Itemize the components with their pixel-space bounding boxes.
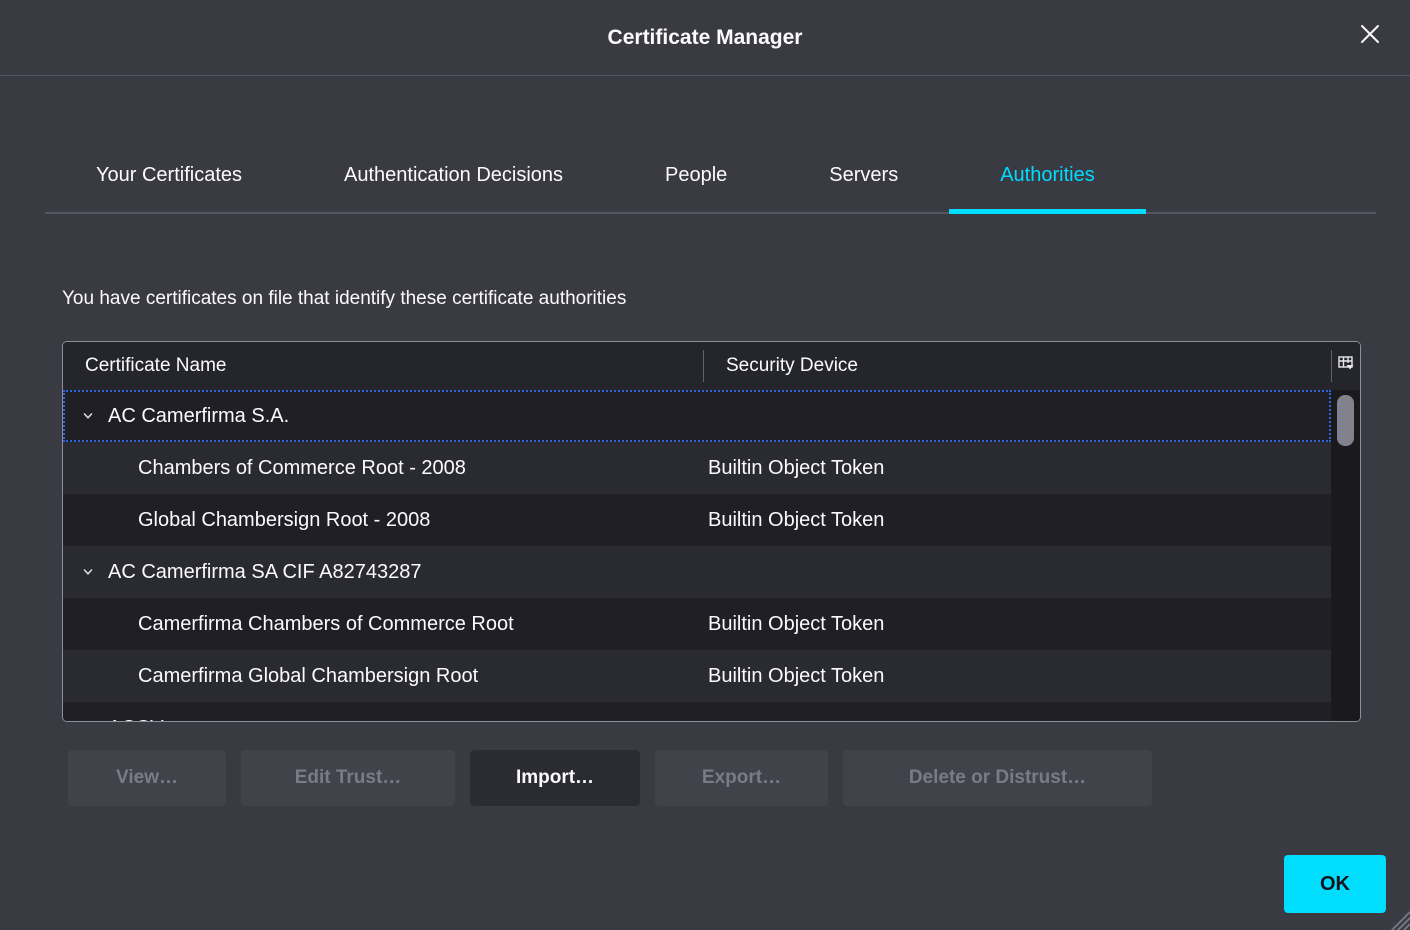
delete-or-distrust-button[interactable]: Delete or Distrust… xyxy=(843,750,1152,806)
intro-text: You have certificates on file that ident… xyxy=(62,286,1410,312)
tab-label: Servers xyxy=(829,164,898,187)
certificate-name: AC Camerfirma S.A. xyxy=(108,405,289,428)
dialog-titlebar: Certificate Manager xyxy=(0,0,1410,76)
column-picker-button[interactable] xyxy=(1332,342,1360,390)
tab-authentication-decisions[interactable]: Authentication Decisions xyxy=(293,139,614,212)
certificate-name: Global Chambersign Root - 2008 xyxy=(138,509,430,532)
close-button[interactable] xyxy=(1354,20,1386,52)
column-header-label: Certificate Name xyxy=(85,355,227,377)
tab-authorities[interactable]: Authorities xyxy=(949,139,1146,212)
dialog-title: Certificate Manager xyxy=(608,26,803,50)
column-header-certificate-name[interactable]: Certificate Name xyxy=(63,342,704,390)
view-button[interactable]: View… xyxy=(68,750,226,806)
column-picker-icon xyxy=(1337,354,1355,378)
scrollbar-thumb[interactable] xyxy=(1337,395,1354,446)
security-device: Builtin Object Token xyxy=(704,650,1331,702)
security-device: Builtin Object Token xyxy=(704,494,1331,546)
table-row[interactable]: AC Camerfirma SA CIF A82743287 xyxy=(63,546,1331,598)
resize-grip-icon xyxy=(1384,904,1410,930)
tab-label: Your Certificates xyxy=(96,164,242,187)
edit-trust-button[interactable]: Edit Trust… xyxy=(241,750,455,806)
table-row[interactable]: ACCV xyxy=(63,702,1331,721)
export-button[interactable]: Export… xyxy=(655,750,828,806)
table-row[interactable]: AC Camerfirma S.A. xyxy=(63,390,1331,442)
table-row[interactable]: Camerfirma Global Chambersign Root Built… xyxy=(63,650,1331,702)
table-header: Certificate Name Security Device xyxy=(63,342,1360,390)
tab-label: People xyxy=(665,164,727,187)
close-icon xyxy=(1356,20,1384,53)
table-scrollbar[interactable] xyxy=(1331,390,1360,721)
tab-label: Authorities xyxy=(1000,164,1095,187)
column-header-security-device[interactable]: Security Device xyxy=(704,342,1332,390)
tab-label: Authentication Decisions xyxy=(344,164,563,187)
table-row[interactable]: Camerfirma Chambers of Commerce Root Bui… xyxy=(63,598,1331,650)
table-body: AC Camerfirma S.A. Chambers of Commerce … xyxy=(63,390,1331,721)
security-device: Builtin Object Token xyxy=(704,442,1331,494)
chevron-down-icon[interactable] xyxy=(81,565,95,579)
certificate-name: AC Camerfirma SA CIF A82743287 xyxy=(108,561,421,584)
certificate-name: Camerfirma Global Chambersign Root xyxy=(138,665,478,688)
certificate-name: ACCV xyxy=(108,717,164,722)
ok-button[interactable]: OK xyxy=(1284,855,1386,913)
certificate-name: Chambers of Commerce Root - 2008 xyxy=(138,457,466,480)
security-device xyxy=(704,702,1331,721)
column-header-label: Security Device xyxy=(726,355,858,377)
table-row[interactable]: Chambers of Commerce Root - 2008 Builtin… xyxy=(63,442,1331,494)
tab-servers[interactable]: Servers xyxy=(778,139,949,212)
tab-strip: Your Certificates Authentication Decisio… xyxy=(45,139,1376,214)
action-button-row: View… Edit Trust… Import… Export… Delete… xyxy=(68,750,1410,806)
certificate-name: Camerfirma Chambers of Commerce Root xyxy=(138,613,514,636)
security-device xyxy=(706,392,1329,440)
table-row[interactable]: Global Chambersign Root - 2008 Builtin O… xyxy=(63,494,1331,546)
certificate-table: Certificate Name Security Device xyxy=(62,341,1361,722)
security-device: Builtin Object Token xyxy=(704,598,1331,650)
import-button[interactable]: Import… xyxy=(470,750,640,806)
security-device xyxy=(704,546,1331,598)
chevron-down-icon[interactable] xyxy=(81,409,95,423)
tab-people[interactable]: People xyxy=(614,139,778,212)
resize-grip[interactable] xyxy=(1384,904,1410,930)
tab-your-certificates[interactable]: Your Certificates xyxy=(45,139,293,212)
